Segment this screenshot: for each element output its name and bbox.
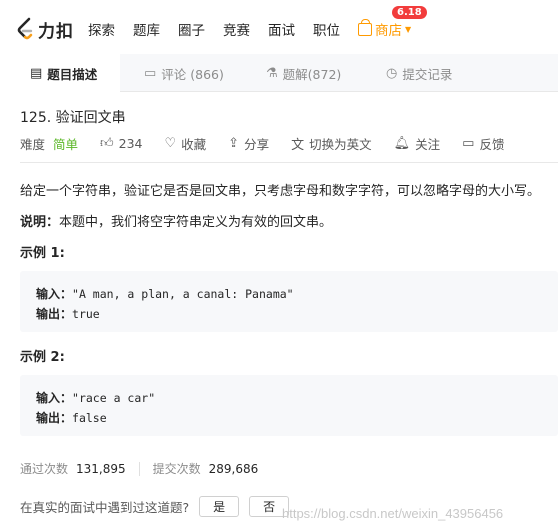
- thumbs-up-icon: 👍︎: [100, 136, 114, 151]
- share-icon: ⇪: [228, 136, 240, 151]
- feedback-label: 反馈: [479, 137, 505, 152]
- tab-description-label: 题目描述: [47, 66, 98, 82]
- accepted-label: 通过次数: [20, 462, 69, 476]
- input-label: 输入: [36, 391, 61, 405]
- bell-icon: 🔔︎: [393, 136, 411, 151]
- example-2-input-line: 输入："race a car": [36, 391, 156, 405]
- yes-button[interactable]: 是: [199, 496, 240, 517]
- submission-stats: 通过次数 131,895 提交次数 289,686: [20, 460, 258, 477]
- nav-shop[interactable]: 商店 ▼ 6.18: [358, 6, 427, 39]
- brand-name: 力扣: [38, 21, 74, 42]
- nav-jobs[interactable]: 职位: [313, 19, 340, 39]
- nav-interview[interactable]: 面试: [268, 19, 295, 39]
- output-label: 输出: [36, 307, 61, 321]
- example-1-input: "A man, a plan, a canal: Panama": [72, 287, 294, 301]
- output-label: 输出: [36, 411, 61, 425]
- nav-shop-label: 商店: [375, 23, 402, 39]
- top-nav: 力扣 探索 题库 圈子 竞赛 面试 职位 商店 ▼ 6.18: [0, 0, 558, 58]
- example-1-input-line: 输入："A man, a plan, a canal: Panama": [36, 287, 294, 301]
- difficulty-label: 难度: [20, 137, 46, 152]
- favorite-label: 收藏: [181, 137, 207, 152]
- tab-comments-label: 评论 (866): [161, 66, 224, 82]
- tab-submissions[interactable]: ◷ 提交记录: [362, 54, 452, 92]
- problem-description: 给定一个字符串，验证它是否是回文串，只考虑字母和数字字符，可以忽略字母的大小写。: [20, 184, 541, 199]
- chevron-down-icon: ▼: [405, 24, 412, 34]
- problem-tabs: ▤ 题目描述 ▭ 评论 (866) ⚗ 题解(872) ◷ 提交记录: [0, 54, 558, 92]
- like-button[interactable]: 👍︎ 234: [100, 136, 142, 151]
- switch-language-button[interactable]: 文 切换为英文: [291, 134, 372, 153]
- interview-question: 在真实的面试中遇到过这道题? 是 否: [20, 496, 290, 517]
- accepted-count: 131,895: [76, 461, 126, 476]
- shop-badge: 6.18: [392, 6, 427, 19]
- share-label: 分享: [244, 137, 270, 152]
- nav-explore[interactable]: 探索: [88, 19, 115, 39]
- input-label: 输入: [36, 287, 61, 301]
- example-2-output-line: 输出：false: [36, 411, 107, 425]
- heart-icon: ♡: [164, 136, 177, 151]
- interview-question-text: 在真实的面试中遇到过这道题?: [20, 500, 190, 515]
- stats-divider: [138, 461, 140, 476]
- translate-icon: 文: [291, 138, 305, 153]
- example-2-title: 示例 2:: [20, 350, 65, 365]
- follow-button[interactable]: 🔔︎ 关注: [394, 134, 441, 153]
- comment-icon: ▭: [144, 65, 157, 81]
- share-button[interactable]: ⇪ 分享: [228, 134, 269, 153]
- example-1-output-line: 输出：true: [36, 307, 100, 321]
- example-2-output: false: [72, 411, 107, 425]
- note-label: 说明：: [20, 215, 60, 230]
- leetcode-logo-icon: [17, 17, 33, 40]
- problem-note: 说明：本题中，我们将空字符串定义为有效的回文串。: [20, 211, 332, 230]
- example-1-title: 示例 1:: [20, 246, 65, 261]
- nav-problems[interactable]: 题库: [133, 19, 160, 39]
- example-2-box: 输入："race a car" 输出：false: [20, 375, 558, 436]
- tab-submissions-label: 提交记录: [402, 66, 453, 82]
- example-1-box: 输入："A man, a plan, a canal: Panama" 输出：t…: [20, 271, 558, 332]
- description-icon: ▤: [30, 65, 43, 81]
- logo[interactable]: 力扣: [16, 17, 74, 42]
- clock-icon: ◷: [386, 65, 398, 81]
- example-1-output: true: [72, 307, 100, 321]
- switch-language-label: 切换为英文: [309, 137, 372, 152]
- nav-contest[interactable]: 竞赛: [223, 19, 250, 39]
- shop-bag-icon: [358, 18, 372, 36]
- tab-comments[interactable]: ▭ 评论 (866): [120, 54, 242, 92]
- feedback-button[interactable]: ▭ 反馈: [462, 134, 504, 153]
- tab-solutions[interactable]: ⚗ 题解(872): [242, 54, 362, 92]
- submissions-label: 提交次数: [152, 462, 201, 476]
- favorite-button[interactable]: ♡ 收藏: [164, 134, 206, 153]
- feedback-icon: ▭: [462, 136, 475, 151]
- follow-label: 关注: [415, 137, 441, 152]
- example-2-input: "race a car": [72, 391, 156, 405]
- problem-meta-bar: 难度 简单 👍︎ 234 ♡ 收藏 ⇪ 分享 文 切换为英文 🔔︎ 关注 ▭ 反…: [20, 134, 504, 153]
- like-count: 234: [118, 136, 143, 151]
- problem-title: 125. 验证回文串: [20, 110, 126, 126]
- header-divider: [20, 162, 558, 163]
- watermark: https://blog.csdn.net/weixin_43956456: [282, 506, 504, 521]
- difficulty-badge: 简单: [53, 137, 79, 152]
- flask-icon: ⚗: [266, 65, 278, 81]
- nav-circle[interactable]: 圈子: [178, 19, 205, 39]
- tab-solutions-label: 题解(872): [282, 66, 342, 82]
- tab-description[interactable]: ▤ 题目描述: [0, 54, 120, 92]
- submissions-count: 289,686: [208, 461, 259, 476]
- note-text: 本题中，我们将空字符串定义为有效的回文串。: [59, 215, 333, 230]
